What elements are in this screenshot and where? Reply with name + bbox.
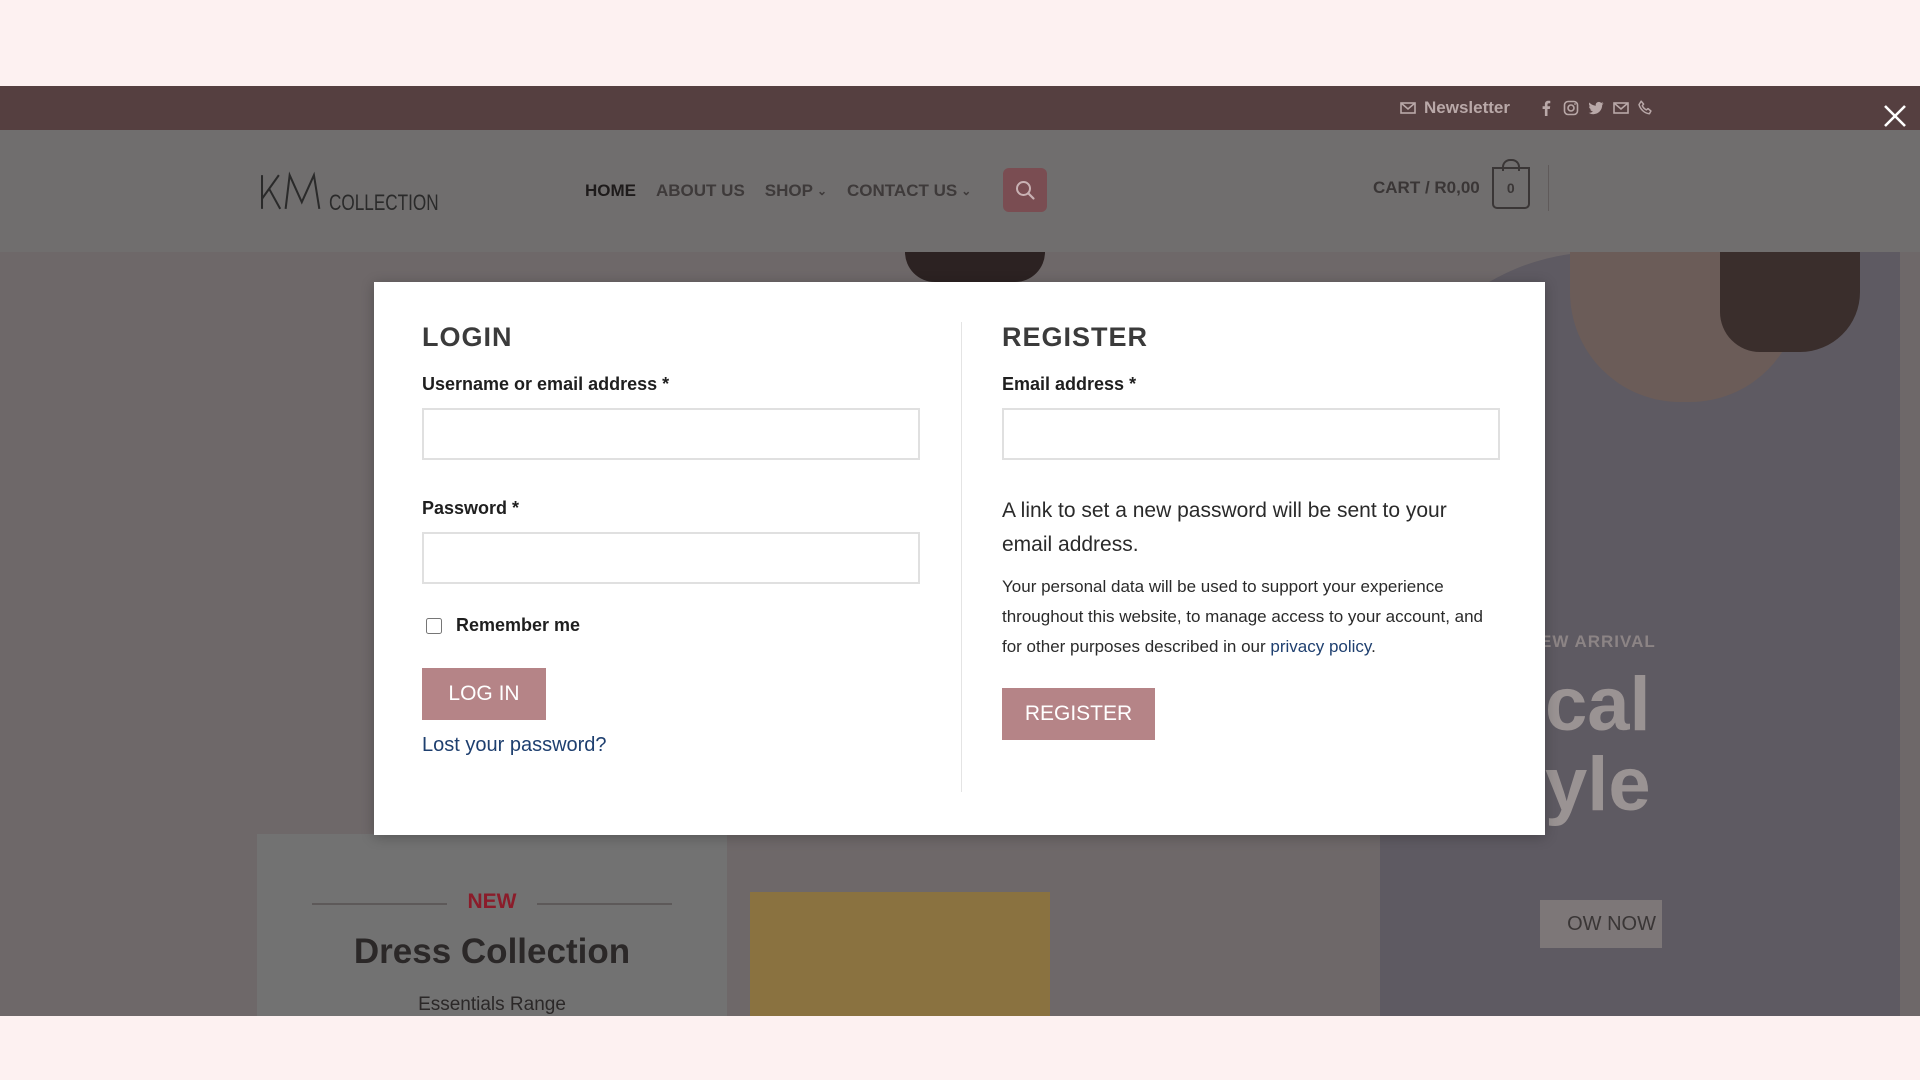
privacy-policy-link[interactable]: privacy policy (1270, 637, 1371, 656)
register-heading: REGISTER (1002, 322, 1149, 352)
site-logo[interactable]: COLLECTION (260, 156, 470, 222)
account-modal: LOGIN Username or email address * Passwo… (374, 282, 1545, 835)
dress-card-subtitle: Essentials Range (418, 994, 566, 1015)
main-nav: HOME ABOUT US SHOP ⌄ CONTACT US ⌄ (585, 178, 971, 204)
lost-password-link[interactable]: Lost your password? (422, 734, 607, 757)
facebook-icon[interactable] (1538, 100, 1554, 116)
dress-card-title: Dress Collection (353, 932, 631, 971)
nav-about-label: ABOUT US (656, 181, 745, 200)
login-heading: LOGIN (422, 322, 513, 352)
nav-contact-label: CONTACT US (847, 181, 958, 200)
hero-eyebrow: EW ARRIVAL (1540, 632, 1656, 651)
screen: Newsletter COLLECTION HOME ABOUT US SHOP… (0, 86, 1920, 1016)
column-divider (961, 322, 962, 792)
newsletter-link[interactable]: Newsletter (1400, 98, 1510, 118)
close-icon[interactable] (1880, 101, 1910, 131)
chevron-down-icon: ⌄ (961, 184, 972, 198)
remember-me-label: Remember me (456, 615, 581, 635)
cart-count-badge: 0 (1491, 159, 1530, 209)
new-badge: NEW (467, 890, 517, 913)
phone-icon[interactable] (1638, 100, 1654, 116)
password-link-note: A link to set a new password will be sen… (1002, 499, 1447, 556)
privacy-end: . (1371, 637, 1376, 656)
logo-text: COLLECTION (329, 190, 440, 215)
km-logo-icon (261, 171, 321, 210)
privacy-notice: Your personal data will be used to suppo… (1002, 572, 1492, 662)
login-button[interactable]: LOG IN (422, 668, 546, 720)
shop-now-button[interactable]: OW NOW (1540, 900, 1662, 948)
cart-label: CART / R0,00 (1373, 178, 1480, 197)
header-divider (1547, 165, 1549, 211)
nav-shop[interactable]: SHOP ⌄ (765, 181, 827, 201)
email-input[interactable] (1002, 408, 1500, 460)
password-input[interactable] (422, 532, 920, 584)
username-label: Username or email address * (422, 374, 670, 394)
register-button[interactable]: REGISTER (1002, 688, 1155, 740)
hero-heading-line1: cal (1545, 662, 1651, 747)
social-links (1538, 96, 1654, 120)
hero-heading-line2: yle (1545, 742, 1651, 827)
nav-about-us[interactable]: ABOUT US (656, 181, 745, 201)
password-label: Password * (422, 498, 520, 518)
cart-link[interactable]: CART / R0,00 0 (1373, 159, 1549, 211)
username-input[interactable] (422, 408, 920, 460)
chevron-down-icon: ⌄ (816, 184, 828, 198)
email-label: Email address * (1002, 374, 1137, 394)
hero-yellow-dress (750, 892, 1050, 1016)
privacy-text: Your personal data will be used to suppo… (1002, 577, 1484, 656)
remember-me[interactable]: Remember me (426, 615, 580, 636)
search-icon (1016, 181, 1035, 200)
top-bar: Newsletter (0, 86, 1920, 130)
remember-me-checkbox[interactable] (426, 617, 442, 634)
nav-home[interactable]: HOME (585, 181, 636, 201)
hero-model-hair (1720, 252, 1860, 352)
hero-figure-hair (905, 252, 1045, 282)
email-icon[interactable] (1613, 100, 1629, 116)
nav-contact-us[interactable]: CONTACT US ⌄ (847, 181, 971, 201)
site-header: COLLECTION HOME ABOUT US SHOP ⌄ CONTACT … (0, 130, 1920, 252)
instagram-icon[interactable] (1563, 100, 1579, 116)
nav-shop-label: SHOP (764, 181, 813, 200)
mail-icon (1400, 102, 1416, 114)
twitter-icon[interactable] (1588, 100, 1604, 116)
newsletter-label: Newsletter (1424, 98, 1510, 117)
nav-home-label: HOME (585, 181, 636, 200)
search-button[interactable] (1003, 168, 1047, 212)
dress-collection-card[interactable]: NEW Dress Collection Essentials Range (257, 834, 727, 1016)
